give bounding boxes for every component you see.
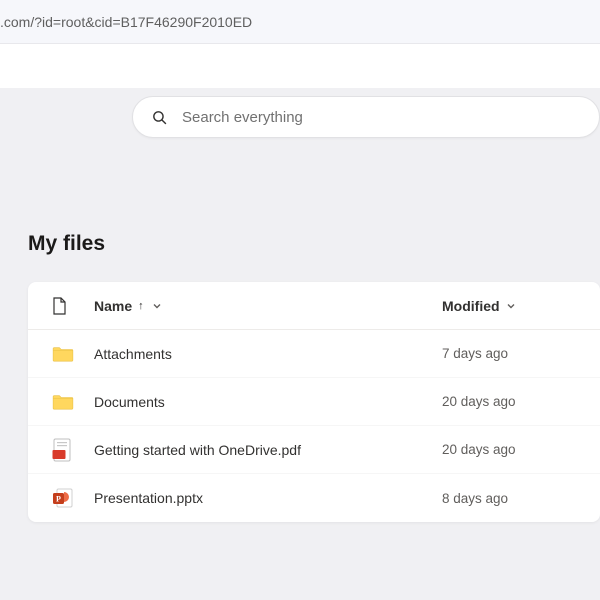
folder-icon — [52, 345, 74, 363]
row-name: Presentation.pptx — [94, 490, 442, 506]
header-icon-cell — [46, 297, 94, 315]
search-box[interactable] — [132, 96, 600, 138]
search-icon — [151, 109, 168, 126]
page-title: My files — [28, 232, 600, 256]
row-name: Documents — [94, 394, 442, 410]
row-modified: 20 days ago — [442, 442, 582, 457]
browser-url-bar[interactable]: .com/?id=root&cid=B17F46290F2010ED — [0, 0, 600, 44]
search-input[interactable] — [182, 109, 581, 126]
header-name-label: Name — [94, 298, 132, 314]
pptx-file-icon: P — [52, 487, 74, 509]
main-content: My files Name ↑ Modified — [0, 138, 600, 522]
row-icon-cell: P — [46, 487, 94, 509]
table-row[interactable]: Documents 20 days ago — [28, 378, 600, 426]
row-name: Attachments — [94, 346, 442, 362]
row-icon-cell — [46, 345, 94, 363]
row-modified: 7 days ago — [442, 346, 582, 361]
row-icon-cell — [46, 438, 94, 462]
app-header-strip — [0, 44, 600, 88]
table-row[interactable]: Attachments 7 days ago — [28, 330, 600, 378]
folder-icon — [52, 393, 74, 411]
file-generic-icon — [52, 297, 66, 315]
header-modified-label: Modified — [442, 298, 500, 314]
table-header-row: Name ↑ Modified — [28, 282, 600, 330]
row-icon-cell — [46, 393, 94, 411]
row-modified: 8 days ago — [442, 491, 582, 506]
search-container — [0, 88, 600, 138]
row-name: Getting started with OneDrive.pdf — [94, 442, 442, 458]
table-row[interactable]: P Presentation.pptx 8 days ago — [28, 474, 600, 522]
header-name[interactable]: Name ↑ — [94, 298, 442, 314]
table-row[interactable]: Getting started with OneDrive.pdf 20 day… — [28, 426, 600, 474]
svg-text:P: P — [56, 495, 61, 504]
file-list-card: Name ↑ Modified Attachments 7 days ago — [28, 282, 600, 522]
chevron-down-icon — [506, 301, 516, 311]
header-modified[interactable]: Modified — [442, 298, 582, 314]
url-text: .com/?id=root&cid=B17F46290F2010ED — [0, 14, 252, 30]
pdf-file-icon — [52, 438, 72, 462]
row-modified: 20 days ago — [442, 394, 582, 409]
chevron-down-icon — [152, 301, 162, 311]
sort-ascending-icon: ↑ — [138, 300, 144, 312]
